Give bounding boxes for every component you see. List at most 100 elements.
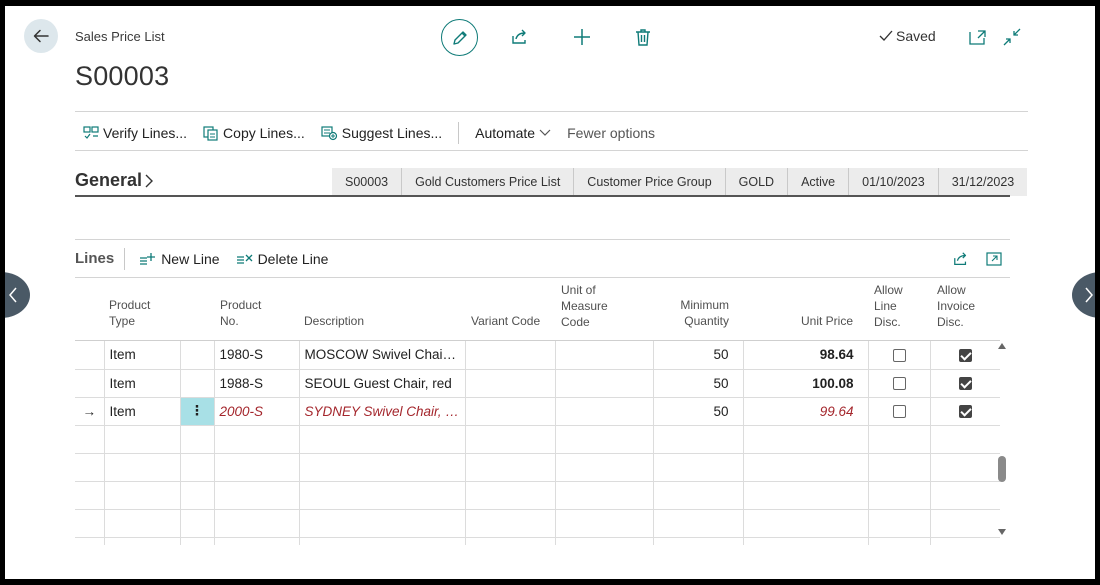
- cell-unit-price[interactable]: 99.64: [743, 397, 869, 426]
- open-in-new-window-icon: [969, 30, 986, 45]
- table-row-empty[interactable]: [75, 509, 1000, 538]
- new-button[interactable]: [564, 19, 600, 55]
- collapse-button[interactable]: [996, 19, 1028, 55]
- delete-line-button[interactable]: Delete Line: [236, 251, 329, 267]
- checkbox[interactable]: [892, 377, 906, 391]
- delete-line-label: Delete Line: [257, 251, 329, 267]
- cell-allow-invoice-disc[interactable]: [930, 369, 1000, 398]
- cell-variant-code[interactable]: [465, 369, 556, 398]
- suggest-lines-button[interactable]: Suggest Lines...: [313, 118, 450, 148]
- table-row-empty[interactable]: [75, 453, 1000, 482]
- checkbox-checked[interactable]: [958, 349, 972, 363]
- cell-variant-code[interactable]: [465, 397, 556, 426]
- cell-product-no[interactable]: 1980-S: [214, 341, 300, 370]
- delete-button[interactable]: [625, 19, 661, 55]
- table-row[interactable]: Item 1980-S MOSCOW Swivel Chair, red 50 …: [75, 341, 1000, 370]
- col-uom-code[interactable]: Unit of Measure Code: [561, 282, 621, 330]
- chevron-down-icon: [539, 129, 551, 136]
- col-product-type[interactable]: Product Type: [109, 297, 179, 329]
- page-frame: Sales Price List S00003 Saved Verify Lin…: [5, 6, 1095, 579]
- fewer-options-button[interactable]: Fewer options: [559, 118, 663, 148]
- new-line-button[interactable]: New Line: [139, 251, 220, 267]
- cell-action: [180, 341, 215, 370]
- checkbox-checked[interactable]: [958, 377, 972, 391]
- cell-product-type[interactable]: Item: [104, 341, 181, 370]
- cell-unit-price[interactable]: 100.08: [743, 369, 869, 398]
- cell-product-no[interactable]: 2000-S: [214, 397, 300, 426]
- next-record-button[interactable]: [1072, 272, 1095, 318]
- col-product-no[interactable]: Product No.: [220, 297, 280, 329]
- collapse-icon: [1003, 28, 1021, 46]
- check-icon: [879, 30, 893, 41]
- cell-uom-code[interactable]: [555, 397, 654, 426]
- col-min-qty[interactable]: Minimum Quantity: [667, 297, 729, 329]
- general-summary: S00003 Gold Customers Price List Custome…: [332, 168, 1028, 196]
- scrollbar-thumb[interactable]: [998, 456, 1006, 482]
- cell-product-no[interactable]: 1988-S: [214, 369, 300, 398]
- previous-record-button[interactable]: [5, 272, 30, 318]
- cell-product-type[interactable]: Item: [104, 369, 181, 398]
- row-selected-arrow-icon: →: [75, 397, 105, 426]
- page-caption: Sales Price List: [75, 29, 165, 44]
- cell-unit-price[interactable]: 98.64: [743, 341, 869, 370]
- lines-toolbar: Lines New Line Delete Line: [75, 247, 344, 271]
- table-row-empty[interactable]: [75, 481, 1000, 510]
- cell-description[interactable]: MOSCOW Swivel Chair, red: [299, 341, 466, 370]
- cell-allow-line-disc[interactable]: [868, 397, 931, 426]
- cell-action: [180, 369, 215, 398]
- checkbox[interactable]: [892, 349, 906, 363]
- cell-product-type[interactable]: Item: [104, 397, 181, 426]
- table-row-empty[interactable]: [75, 425, 1000, 454]
- checkbox-checked[interactable]: [958, 405, 972, 419]
- col-unit-price[interactable]: Unit Price: [775, 313, 853, 329]
- cell-min-qty[interactable]: 50: [653, 369, 744, 398]
- action-separator: [458, 122, 460, 144]
- col-variant-code[interactable]: Variant Code: [471, 313, 540, 329]
- cell-allow-invoice-disc[interactable]: [930, 397, 1000, 426]
- row-actions-kebab-icon[interactable]: ⋮: [180, 397, 215, 426]
- scroll-up-arrow-icon: [998, 343, 1006, 349]
- automate-menu[interactable]: Automate: [467, 118, 559, 148]
- checkbox[interactable]: [892, 405, 906, 419]
- cell-min-qty[interactable]: 50: [653, 397, 744, 426]
- cell-allow-invoice-disc[interactable]: [930, 341, 1000, 370]
- row-marker: [75, 341, 105, 370]
- copy-lines-button[interactable]: Copy Lines...: [195, 118, 313, 148]
- verify-lines-label: Verify Lines...: [103, 125, 188, 141]
- back-button[interactable]: [24, 19, 58, 53]
- lines-expand-button[interactable]: [978, 243, 1010, 275]
- new-line-label: New Line: [161, 251, 220, 267]
- cell-description[interactable]: SYDNEY Swivel Chair, green: [299, 397, 466, 426]
- cell-uom-code[interactable]: [555, 369, 654, 398]
- lines-share-button[interactable]: [945, 243, 977, 275]
- cell-allow-line-disc[interactable]: [868, 369, 931, 398]
- copy-lines-label: Copy Lines...: [223, 125, 305, 141]
- edit-button[interactable]: [441, 19, 478, 56]
- expand-icon: [986, 252, 1002, 266]
- col-allow-invoice-disc[interactable]: Allow Invoice Disc.: [937, 282, 987, 330]
- fewer-options-label: Fewer options: [567, 125, 656, 141]
- saved-label: Saved: [896, 28, 936, 44]
- table-row[interactable]: Item 1988-S SEOUL Guest Chair, red 50 10…: [75, 369, 1000, 398]
- table-row-selected[interactable]: → Item ⋮ 2000-S SYDNEY Swivel Chair, gre…: [75, 397, 1000, 426]
- table-row-empty[interactable]: [75, 537, 1000, 545]
- cell-allow-line-disc[interactable]: [868, 341, 931, 370]
- vertical-scrollbar[interactable]: [997, 340, 1007, 540]
- summary-ending-date: 31/12/2023: [937, 168, 1028, 196]
- lines-column-headers: Product Type Product No. Description Var…: [75, 282, 1000, 340]
- cell-min-qty[interactable]: 50: [653, 341, 744, 370]
- cell-variant-code[interactable]: [465, 341, 556, 370]
- open-new-window-button[interactable]: [962, 19, 994, 55]
- verify-lines-button[interactable]: Verify Lines...: [75, 118, 195, 148]
- summary-status: Active: [787, 168, 848, 196]
- share-button[interactable]: [502, 19, 538, 55]
- lines-title: Lines: [75, 248, 126, 270]
- chevron-right-icon: [1085, 287, 1093, 303]
- general-section-header[interactable]: General: [75, 170, 154, 191]
- col-description[interactable]: Description: [304, 313, 364, 329]
- cell-uom-code[interactable]: [555, 341, 654, 370]
- automate-label: Automate: [475, 125, 536, 141]
- col-allow-line-disc[interactable]: Allow Line Disc.: [874, 282, 914, 330]
- cell-description[interactable]: SEOUL Guest Chair, red: [299, 369, 466, 398]
- general-label: General: [75, 170, 143, 190]
